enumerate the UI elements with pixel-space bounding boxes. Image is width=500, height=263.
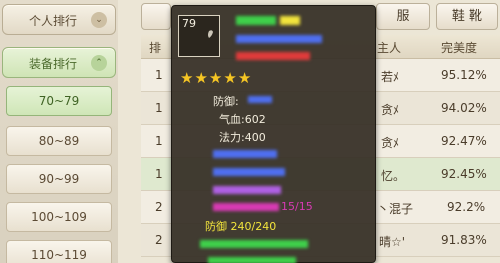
star-icon: ★	[180, 69, 194, 87]
star-icon: ★	[237, 69, 252, 87]
category-tab-boots[interactable]: 鞋 靴	[436, 3, 498, 30]
item-name-blurred	[236, 16, 276, 25]
stat-defense-label: 防御:	[213, 95, 239, 108]
item-tag-blurred	[280, 16, 300, 25]
item-icon-slot: 79	[178, 15, 220, 57]
set-bonus-blurred	[200, 240, 308, 248]
attr-line-1-blurred	[213, 150, 277, 158]
star-rating: ★★★★★	[180, 69, 252, 87]
row-owner: 贪ﾒ	[381, 136, 400, 150]
item-tooltip: 79 ★★★★★ 防御: 气血:602 法力:400 15/15 防御 240/…	[171, 5, 376, 263]
row-perfection: 92.47%	[441, 134, 487, 148]
item-desc-blurred	[236, 35, 322, 43]
header-rank: 排	[149, 41, 162, 55]
header-owner: 主人	[377, 41, 402, 55]
equipment-ranking-tab[interactable]: 装备排行 ⌃	[2, 47, 116, 78]
category-tab-clothes[interactable]: 服	[376, 3, 430, 30]
row-perfection: 94.02%	[441, 101, 487, 115]
bonus-defense: 防御 240/240	[205, 220, 277, 233]
range-item-80-89[interactable]: 80~89	[6, 126, 112, 156]
row-owner: 忆。	[381, 169, 406, 183]
stat-defense-value-blurred	[248, 96, 272, 103]
personal-ranking-tab[interactable]: 个人排行 ⌄	[2, 4, 116, 35]
stat-mana: 法力:400	[219, 131, 266, 144]
attr-line-4-blurred	[213, 203, 279, 211]
row-rank: 1	[155, 134, 163, 148]
stat-hp: 气血:602	[219, 113, 266, 126]
row-owner: 若ﾒ	[381, 70, 400, 84]
row-rank: 2	[155, 200, 163, 214]
row-owner: 丶混子	[377, 202, 414, 216]
row-perfection: 92.2%	[447, 200, 486, 214]
row-owner: 晴☆'	[379, 235, 406, 249]
ranking-sidebar: 个人排行 ⌄ 装备排行 ⌃ 70~79 80~89 90~99 100~109 …	[0, 0, 118, 263]
equipment-ranking-screen: 个人排行 ⌄ 装备排行 ⌃ 70~79 80~89 90~99 100~109 …	[0, 0, 500, 263]
category-tab-left[interactable]	[141, 3, 171, 30]
attr-line-3-blurred	[213, 186, 281, 194]
range-item-110-119[interactable]: 110~119	[6, 240, 112, 263]
item-req-blurred	[236, 52, 310, 60]
header-perfection: 完美度	[441, 41, 478, 55]
equipment-ranking-label: 装备排行	[29, 57, 78, 71]
range-item-100-109[interactable]: 100~109	[6, 202, 112, 232]
star-icon: ★	[223, 69, 237, 87]
attr-line-2-blurred	[213, 168, 285, 176]
row-perfection: 92.45%	[441, 167, 487, 181]
range-item-90-99[interactable]: 90~99	[6, 164, 112, 194]
boots-icon	[208, 30, 213, 38]
range-item-70-79[interactable]: 70~79	[6, 86, 112, 116]
star-icon: ★	[208, 69, 223, 87]
row-rank: 1	[155, 167, 163, 181]
row-perfection: 95.12%	[441, 68, 487, 82]
chevron-up-icon: ⌃	[91, 55, 107, 71]
row-rank: 1	[155, 101, 163, 115]
star-icon: ★	[194, 69, 208, 87]
set-bonus-2-blurred	[208, 257, 296, 263]
row-perfection: 91.83%	[441, 233, 487, 247]
row-owner: 贪ﾒ	[381, 103, 400, 117]
row-rank: 1	[155, 68, 163, 82]
special-attr-value: 15/15	[281, 200, 313, 213]
row-rank: 2	[155, 233, 163, 247]
personal-ranking-label: 个人排行	[29, 14, 78, 28]
chevron-down-icon: ⌄	[91, 12, 107, 28]
